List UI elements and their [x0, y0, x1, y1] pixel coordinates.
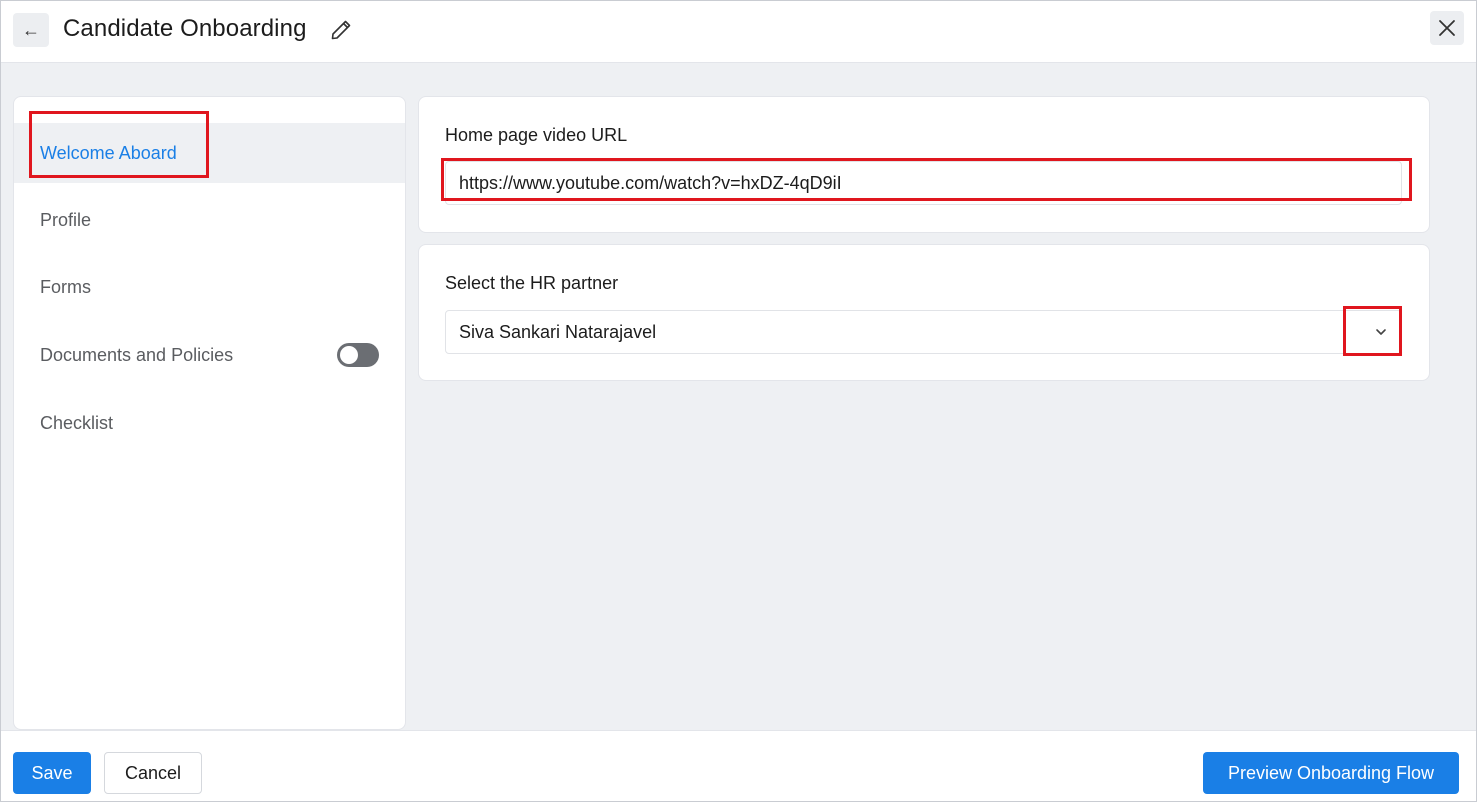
sidebar-item-forms[interactable]: Forms [14, 257, 405, 317]
close-button[interactable] [1430, 11, 1464, 45]
footer-bar: Save Cancel Preview Onboarding Flow [1, 730, 1476, 801]
pencil-icon[interactable] [329, 18, 353, 42]
arrow-left-icon: ← [22, 19, 40, 40]
video-url-input[interactable] [445, 161, 1402, 205]
sidebar-item-welcome-aboard[interactable]: Welcome Aboard [14, 123, 405, 183]
documents-toggle[interactable] [337, 343, 379, 367]
hr-partner-card: Select the HR partner Siva Sankari Natar… [418, 244, 1430, 381]
sidebar-item-label: Documents and Policies [40, 344, 234, 365]
header-bar: ← Candidate Onboarding [1, 1, 1476, 63]
sidebar-item-documents-and-policies[interactable]: Documents and Policies [14, 325, 405, 385]
sidebar-item-label: Profile [40, 209, 92, 230]
save-button[interactable]: Save [13, 752, 91, 794]
video-url-card: Home page video URL [418, 96, 1430, 233]
toggle-knob [340, 346, 358, 364]
cancel-button[interactable]: Cancel [104, 752, 202, 794]
sidebar-nav: Welcome Aboard Profile Forms Documents a… [13, 96, 406, 730]
onboarding-window: ← Candidate Onboarding Welcome Aboard Pr… [0, 0, 1477, 802]
sidebar-item-label: Forms [40, 276, 91, 297]
sidebar-item-label: Welcome Aboard [40, 142, 177, 163]
video-url-label: Home page video URL [445, 125, 628, 145]
hr-partner-select[interactable]: Siva Sankari Natarajavel [445, 310, 1402, 354]
chevron-down-icon[interactable] [1371, 322, 1391, 342]
back-button[interactable]: ← [13, 13, 49, 47]
sidebar-item-profile[interactable]: Profile [14, 190, 405, 250]
close-icon [1439, 20, 1455, 36]
preview-onboarding-flow-button[interactable]: Preview Onboarding Flow [1203, 752, 1459, 794]
hr-partner-selected-value: Siva Sankari Natarajavel [459, 321, 657, 342]
hr-partner-label: Select the HR partner [445, 273, 619, 293]
sidebar-item-checklist[interactable]: Checklist [14, 393, 405, 453]
page-title: Candidate Onboarding [63, 15, 307, 42]
sidebar-item-label: Checklist [40, 412, 114, 433]
